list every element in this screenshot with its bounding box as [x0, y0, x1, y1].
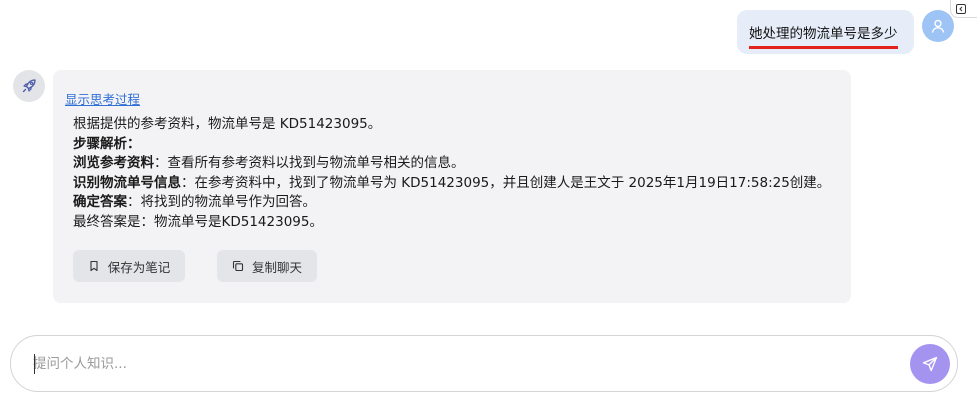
answer-line-bold: 识别物流单号信息	[73, 174, 181, 191]
user-avatar	[922, 10, 954, 42]
collapse-panel-button[interactable]	[950, 0, 977, 18]
bot-avatar	[13, 70, 45, 102]
answer-line: 确定答案：将找到的物流单号作为回答。	[73, 193, 843, 213]
bookmark-icon	[90, 260, 98, 272]
bot-message-card: 显示思考过程 根据提供的参考资料，物流单号是 KD51423095。 步骤解析：…	[53, 70, 851, 303]
answer-line: 最终答案是：物流单号是KD51423095。	[73, 213, 843, 233]
answer-line-bold: 确定答案	[73, 194, 127, 210]
answer-line: 浏览参考资料：查看所有参考资料以找到与物流单号相关的信息。	[73, 154, 843, 174]
answer-line: 识别物流单号信息：在参考资料中，找到了物流单号为 KD51423095，并且创建…	[73, 174, 843, 194]
answer-line-text: ：将找到的物流单号作为回答。	[127, 194, 316, 210]
answer-line-text: 根据提供的参考资料，物流单号是 KD51423095。	[73, 116, 382, 132]
send-button[interactable]	[910, 344, 950, 384]
save-as-note-button[interactable]: 保存为笔记	[73, 250, 185, 282]
answer-line-text: ：在参考资料中，找到了物流单号为 KD51423095，并且创建人是王文于 20…	[181, 174, 831, 191]
copy-chat-label: 复制聊天	[251, 259, 302, 275]
chat-input-box	[10, 335, 958, 392]
chat-page: 她处理的物流单号是多少 显示思考过程 根据提供的参考资料，物流单号是 KD514…	[0, 0, 977, 405]
answer-line-bold: 步骤解析：	[73, 135, 141, 152]
text-caret	[34, 354, 35, 374]
collapse-icon	[956, 4, 966, 14]
user-message-bubble: 她处理的物流单号是多少	[737, 10, 914, 54]
answer-line-bold: 浏览参考资料	[73, 155, 154, 171]
save-as-note-label: 保存为笔记	[107, 259, 171, 275]
user-icon	[931, 19, 945, 33]
show-thinking-link[interactable]: 显示思考过程	[65, 89, 140, 108]
answer-line: 根据提供的参考资料，物流单号是 KD51423095。	[73, 115, 843, 135]
answer-line: 步骤解析：	[73, 135, 843, 155]
user-message-text: 她处理的物流单号是多少	[749, 22, 898, 49]
answer-line-text: ：查看所有参考资料以找到与物流单号相关的信息。	[154, 155, 465, 171]
copy-icon	[232, 260, 244, 272]
send-icon	[922, 356, 938, 372]
answer-line-text: 最终答案是：物流单号是KD51423095。	[73, 213, 323, 230]
rocket-icon	[22, 79, 36, 93]
user-message-label: 她处理的物流单号是多少	[749, 26, 898, 42]
copy-chat-button[interactable]: 复制聊天	[217, 250, 317, 282]
highlight-underline	[749, 46, 898, 49]
question-input[interactable]	[33, 353, 893, 375]
bot-answer: 根据提供的参考资料，物流单号是 KD51423095。 步骤解析： 浏览参考资料…	[73, 115, 843, 232]
